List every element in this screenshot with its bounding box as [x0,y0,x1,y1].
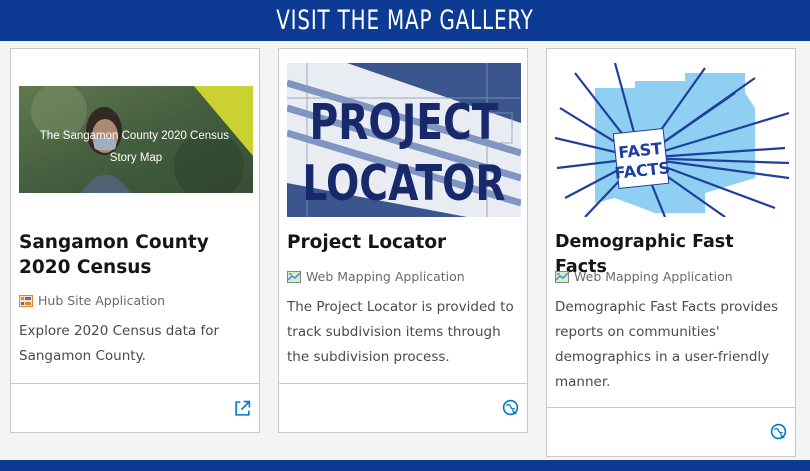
web-mapping-app-icon [555,270,569,283]
card-footer [11,383,259,432]
gallery-card-fast-facts[interactable]: FAST FACTS Demographic Fast Facts Web Ma… [546,48,796,457]
hub-site-icon [19,294,33,307]
card-title[interactable]: Project Locator [287,230,523,255]
gallery-banner: Visit the Map Gallery [0,0,810,41]
external-link-icon[interactable] [234,400,251,417]
card-footer [547,407,795,456]
card-footer [279,383,527,432]
thumbnail-line-2: Story Map [110,152,162,164]
card-description: Explore 2020 Census data for Sangamon Co… [19,323,220,364]
thumbnail-line-2: LOCATOR [302,156,505,212]
card-description: The Project Locator is provided to track… [287,299,514,365]
web-mapping-app-icon [287,270,301,283]
gallery-card-project-locator[interactable]: PROJECT LOCATOR Project Locator Web Mapp… [278,48,528,433]
launch-app-icon[interactable] [770,423,787,440]
card-type-label: Web Mapping Application [306,269,465,284]
card-type: Web Mapping Application [287,269,465,284]
launch-app-icon[interactable] [502,399,519,416]
card-type: Hub Site Application [19,293,165,308]
card-thumbnail[interactable]: FAST FACTS [555,63,789,217]
banner-title: Visit the Map Gallery [276,5,534,36]
thumbnail-line-1: PROJECT [309,95,499,151]
card-type: Web Mapping Application [555,269,733,284]
card-thumbnail[interactable]: PROJECT LOCATOR [287,63,521,217]
thumbnail-line-1: The Sangamon County 2020 Census [40,130,229,142]
card-title[interactable]: Sangamon County 2020 Census [19,230,255,280]
card-type-label: Web Mapping Application [574,269,733,284]
bottom-bar [0,460,810,471]
card-type-label: Hub Site Application [38,293,166,308]
gallery-card-census[interactable]: The Sangamon County 2020 Census Story Ma… [10,48,260,433]
card-thumbnail[interactable]: The Sangamon County 2020 Census Story Ma… [19,86,253,193]
card-description: Demographic Fast Facts provides reports … [555,299,779,390]
